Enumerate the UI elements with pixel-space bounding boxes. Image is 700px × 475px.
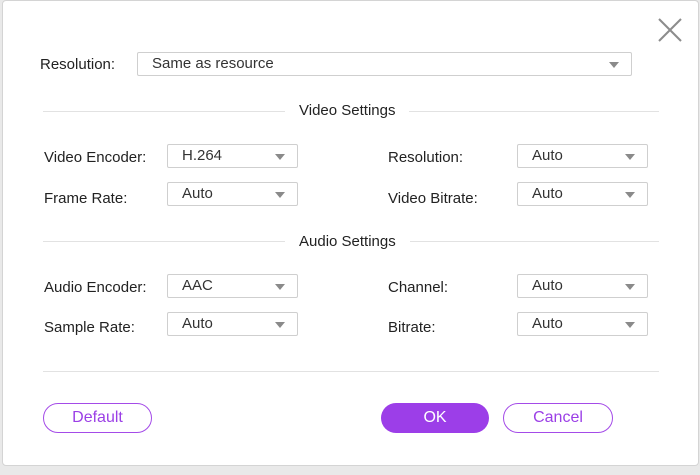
chevron-down-icon [625, 322, 635, 328]
audio-encoder-label: Audio Encoder: [44, 279, 147, 296]
video-resolution-value: Auto [532, 147, 563, 164]
chevron-down-icon [275, 192, 285, 198]
video-encoder-select[interactable]: H.264 [167, 144, 298, 168]
video-bitrate-select[interactable]: Auto [517, 182, 648, 206]
resolution-select[interactable]: Same as resource [137, 52, 632, 76]
resolution-label: Resolution: [40, 56, 116, 73]
ok-button[interactable]: OK [381, 403, 489, 433]
channel-value: Auto [532, 277, 563, 294]
chevron-down-icon [275, 154, 285, 160]
cancel-button[interactable]: Cancel [503, 403, 613, 433]
audio-bitrate-value: Auto [532, 315, 563, 332]
audio-encoder-value: AAC [182, 277, 213, 294]
video-bitrate-value: Auto [532, 185, 563, 202]
video-resolution-select[interactable]: Auto [517, 144, 648, 168]
video-encoder-label: Video Encoder: [44, 149, 147, 166]
frame-rate-label: Frame Rate: [44, 190, 128, 207]
channel-label: Channel: [388, 279, 449, 296]
close-button[interactable] [656, 16, 684, 44]
chevron-down-icon [625, 192, 635, 198]
video-resolution-label: Resolution: [388, 149, 464, 166]
resolution-select-value: Same as resource [152, 55, 274, 72]
output-settings-dialog: Resolution: Same as resource Video Setti… [2, 0, 699, 466]
channel-select[interactable]: Auto [517, 274, 648, 298]
sample-rate-value: Auto [182, 315, 213, 332]
chevron-down-icon [625, 154, 635, 160]
chevron-down-icon [275, 284, 285, 290]
video-encoder-value: H.264 [182, 147, 223, 164]
chevron-down-icon [275, 322, 285, 328]
frame-rate-value: Auto [182, 185, 213, 202]
sample-rate-label: Sample Rate: [44, 319, 135, 336]
audio-bitrate-label: Bitrate: [388, 319, 436, 336]
audio-bitrate-select[interactable]: Auto [517, 312, 648, 336]
footer-divider [43, 371, 659, 372]
audio-settings-title: Audio Settings [285, 233, 410, 251]
video-settings-title: Video Settings [285, 102, 410, 120]
audio-encoder-select[interactable]: AAC [167, 274, 298, 298]
default-button[interactable]: Default [43, 403, 152, 433]
video-bitrate-label: Video Bitrate: [388, 190, 478, 207]
close-icon [658, 18, 682, 42]
sample-rate-select[interactable]: Auto [167, 312, 298, 336]
chevron-down-icon [609, 62, 619, 68]
chevron-down-icon [625, 284, 635, 290]
frame-rate-select[interactable]: Auto [167, 182, 298, 206]
